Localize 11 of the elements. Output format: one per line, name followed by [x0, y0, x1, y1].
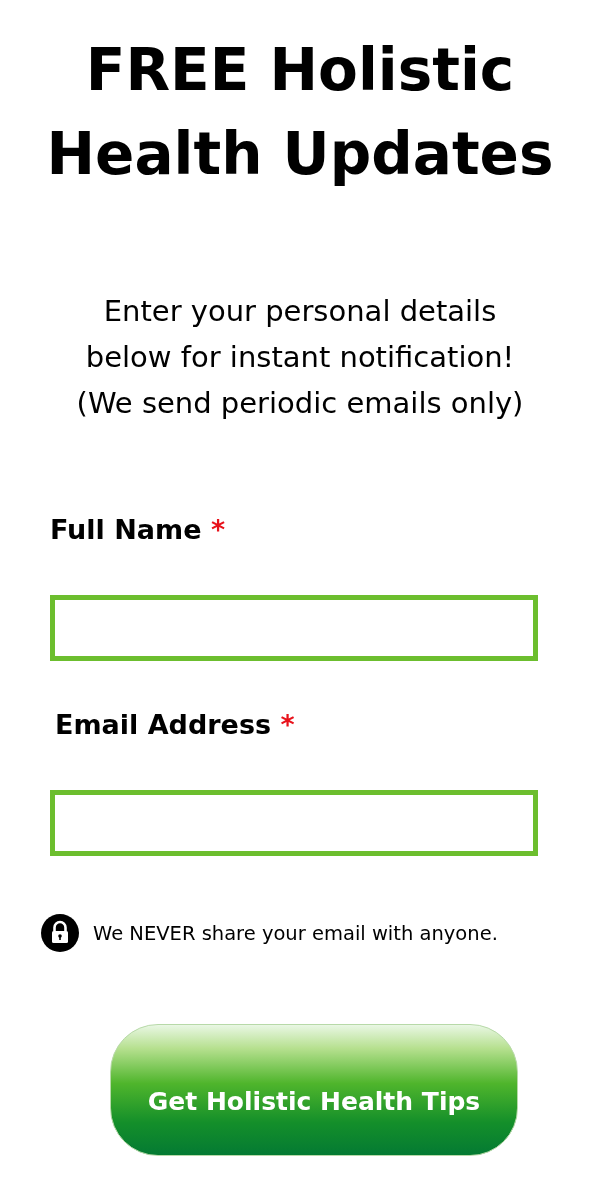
privacy-note: We NEVER share your email with anyone.: [93, 921, 498, 945]
lock-icon: [41, 914, 79, 952]
field-label: Email Address *: [55, 709, 295, 740]
submit-button[interactable]: Get Holistic Health Tips: [110, 1024, 518, 1156]
intro-text: (We send periodic emails only): [76, 385, 524, 422]
page-title: FREE Holistic Health Updates: [45, 35, 555, 190]
text-field[interactable]: [50, 790, 538, 856]
intro-text: below for instant notification!: [85, 339, 515, 376]
field-label: Full Name *: [50, 514, 226, 545]
text-field[interactable]: [50, 595, 538, 661]
intro-text: Enter your personal details: [103, 293, 497, 330]
